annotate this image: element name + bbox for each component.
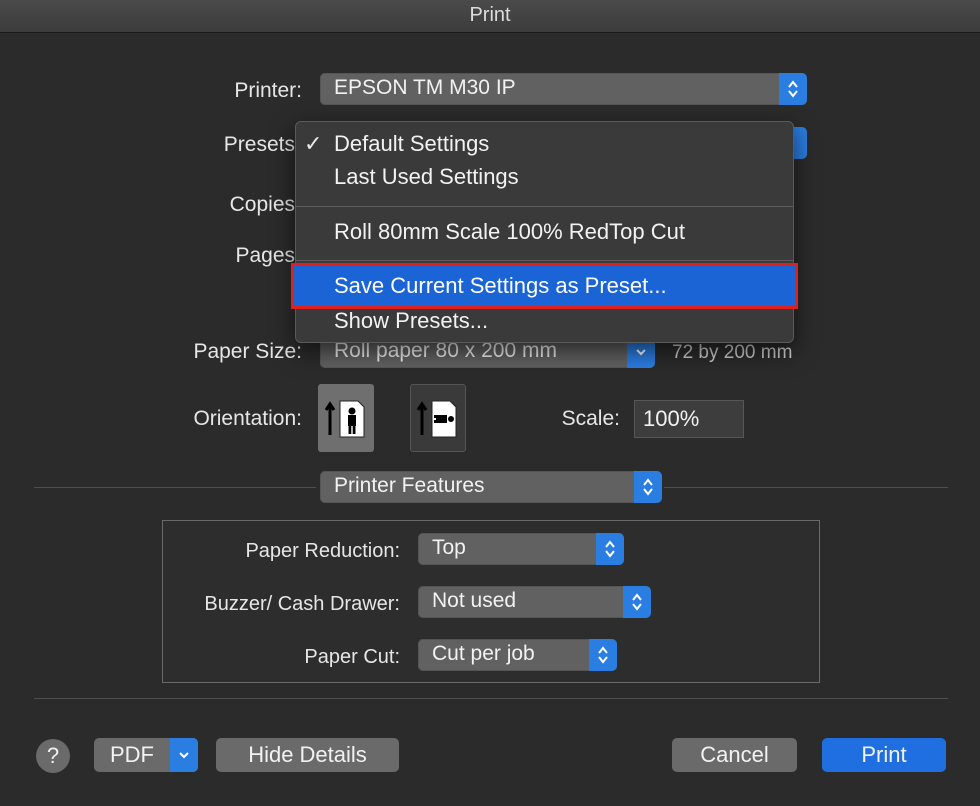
updown-chevron-icon bbox=[596, 533, 624, 565]
footer-divider bbox=[34, 698, 948, 699]
menu-item-default-settings[interactable]: Default Settings bbox=[334, 131, 489, 157]
paper-reduction-label: Paper Reduction: bbox=[245, 540, 400, 562]
hide-details-button[interactable]: Hide Details bbox=[216, 738, 399, 772]
printer-popup[interactable]: EPSON TM M30 IP bbox=[320, 73, 807, 105]
updown-chevron-icon bbox=[779, 73, 807, 105]
divider-right bbox=[664, 487, 948, 488]
scale-label: Scale: bbox=[561, 407, 620, 430]
divider-left bbox=[34, 487, 316, 488]
scale-field[interactable]: 100% bbox=[634, 400, 744, 438]
buzzer-label: Buzzer/ Cash Drawer: bbox=[204, 593, 400, 615]
buzzer-value: Not used bbox=[432, 589, 517, 612]
printer-value: EPSON TM M30 IP bbox=[334, 76, 516, 99]
paper-reduction-popup[interactable]: Top bbox=[418, 533, 624, 565]
menu-separator bbox=[296, 260, 793, 261]
paper-cut-popup[interactable]: Cut per job bbox=[418, 639, 617, 671]
updown-chevron-icon bbox=[623, 586, 651, 618]
window-title: Print bbox=[0, 0, 980, 33]
pdf-menu-button[interactable]: PDF bbox=[94, 738, 198, 772]
cancel-button[interactable]: Cancel bbox=[672, 738, 797, 772]
orientation-label: Orientation: bbox=[193, 407, 302, 430]
section-popup[interactable]: Printer Features bbox=[320, 471, 662, 503]
updown-chevron-icon bbox=[634, 471, 662, 503]
buzzer-popup[interactable]: Not used bbox=[418, 586, 651, 618]
presets-label: Presets bbox=[223, 133, 295, 156]
paper-cut-label: Paper Cut: bbox=[304, 646, 400, 668]
paper-dimensions: 72 by 200 mm bbox=[672, 342, 793, 363]
printer-label: Printer: bbox=[234, 79, 302, 102]
landscape-person-icon bbox=[416, 400, 457, 438]
paper-cut-value: Cut per job bbox=[432, 642, 535, 665]
menu-item-last-used-settings[interactable]: Last Used Settings bbox=[334, 164, 519, 190]
updown-chevron-icon bbox=[589, 639, 617, 671]
paper-reduction-value: Top bbox=[432, 536, 466, 559]
menu-item-roll-preset[interactable]: Roll 80mm Scale 100% RedTop Cut bbox=[334, 219, 685, 245]
checkmark-icon: ✓ bbox=[304, 131, 323, 156]
print-button[interactable]: Print bbox=[822, 738, 946, 772]
section-value: Printer Features bbox=[334, 474, 485, 497]
pdf-label: PDF bbox=[110, 742, 154, 767]
menu-item-show-presets[interactable]: Show Presets... bbox=[334, 308, 488, 334]
chevron-down-icon bbox=[170, 738, 198, 772]
help-button[interactable]: ? bbox=[36, 739, 70, 773]
menu-separator bbox=[296, 206, 793, 207]
paper-size-label: Paper Size: bbox=[193, 340, 302, 363]
orientation-portrait-button[interactable] bbox=[318, 384, 374, 452]
copies-label: Copies bbox=[229, 193, 295, 216]
presets-menu: ✓ Default Settings Last Used Settings Ro… bbox=[291, 121, 798, 343]
orientation-landscape-button[interactable] bbox=[410, 384, 466, 452]
pages-label: Pages bbox=[235, 244, 295, 267]
portrait-person-icon bbox=[324, 400, 365, 438]
menu-item-save-preset[interactable]: Save Current Settings as Preset... bbox=[334, 273, 667, 299]
